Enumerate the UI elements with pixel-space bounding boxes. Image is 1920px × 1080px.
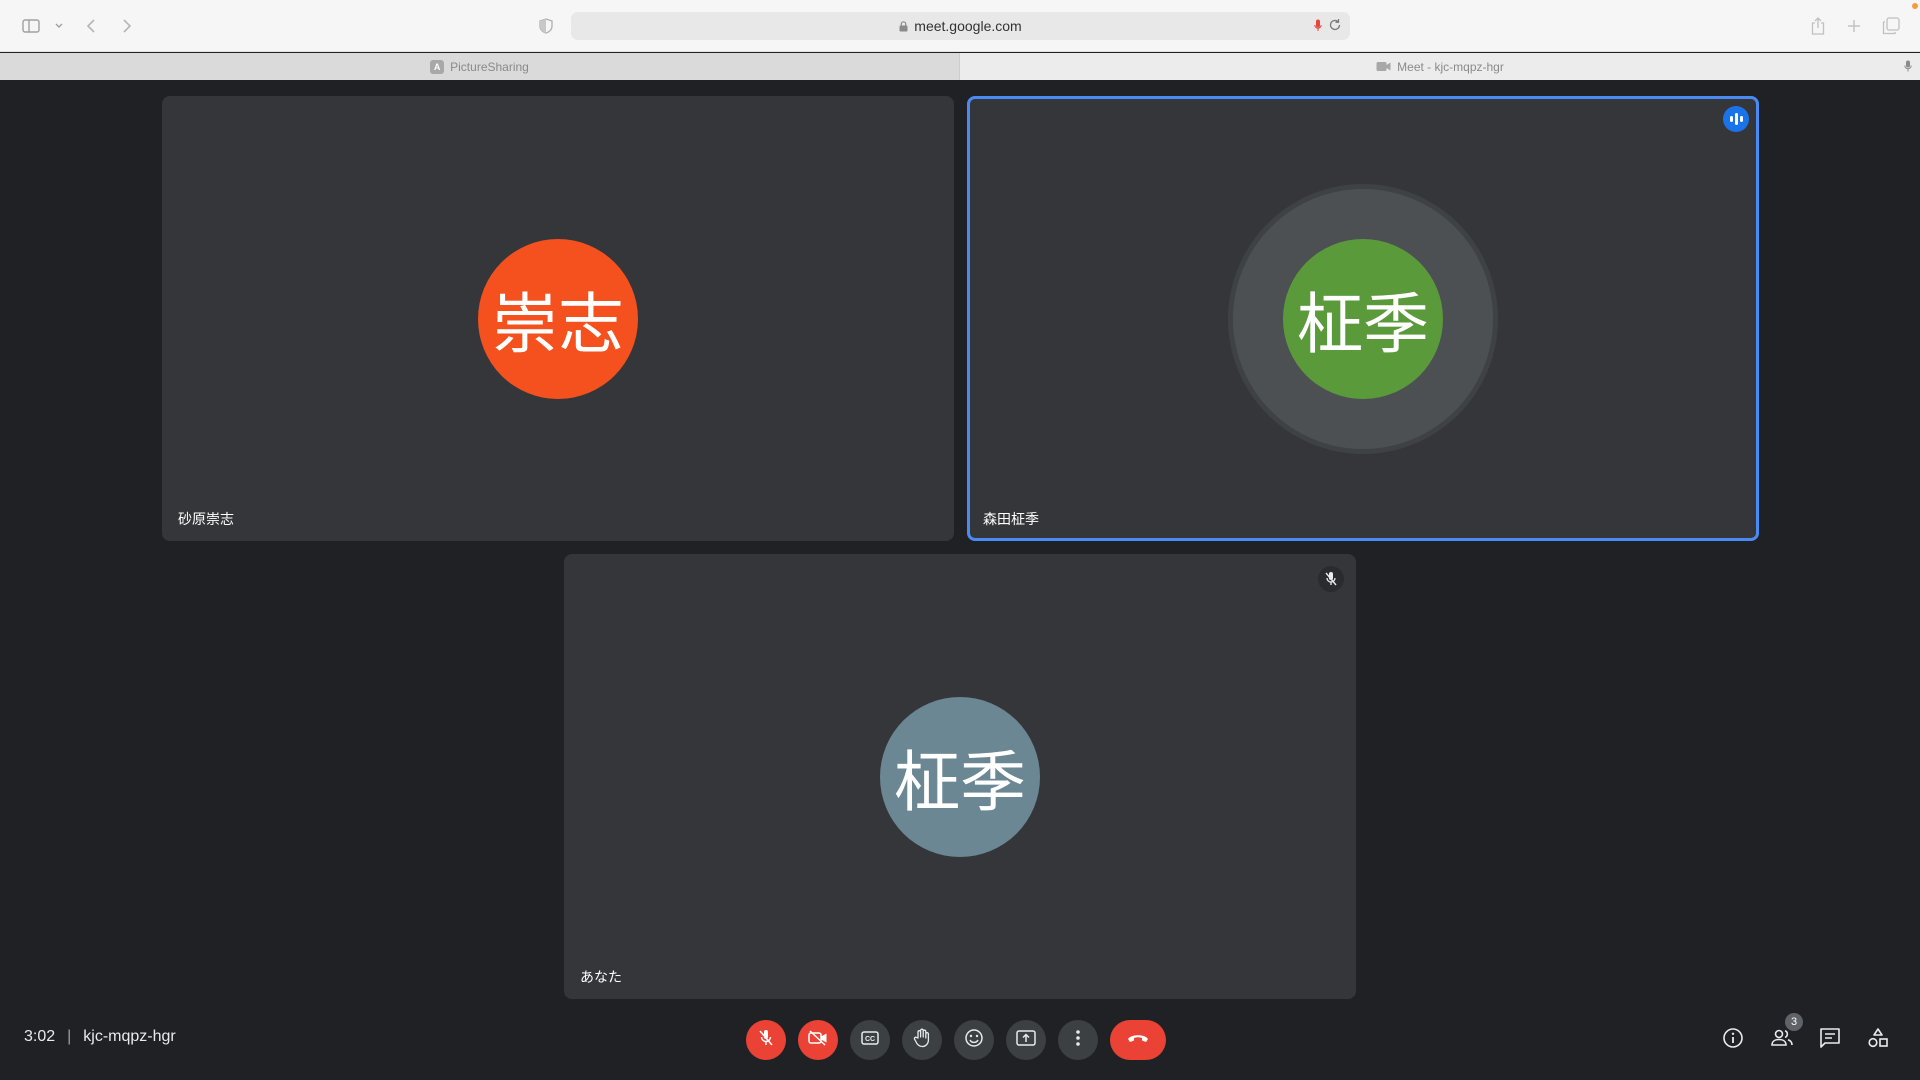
- picturesharing-favicon-icon: A: [430, 59, 445, 74]
- mic-toggle-button[interactable]: [746, 1020, 786, 1060]
- participant-tile-self[interactable]: 柾季 あなた: [564, 554, 1356, 999]
- hand-icon: [913, 1028, 931, 1053]
- tab-label: PictureSharing: [450, 59, 529, 74]
- lock-icon: [899, 20, 908, 32]
- forward-icon[interactable]: [118, 12, 136, 40]
- participant-name: 砂原崇志: [178, 511, 234, 527]
- mic-recording-icon[interactable]: [1314, 19, 1322, 35]
- info-icon: [1722, 1027, 1744, 1054]
- participant-tile-active-speaker[interactable]: 柾季 森田柾季: [967, 96, 1759, 541]
- address-bar[interactable]: meet.google.com: [571, 12, 1350, 40]
- raise-hand-button[interactable]: [902, 1020, 942, 1060]
- tab-meet[interactable]: Meet - kjc-mqpz-hgr: [960, 53, 1920, 80]
- tab-label: Meet - kjc-mqpz-hgr: [1397, 59, 1504, 74]
- meeting-code: kjc-mqpz-hgr: [83, 1028, 176, 1045]
- mic-off-icon: [1318, 566, 1344, 592]
- tab-picturesharing[interactable]: A PictureSharing: [0, 53, 960, 80]
- meeting-details-button[interactable]: [1718, 1025, 1748, 1055]
- tab-overview-icon[interactable]: [1880, 12, 1902, 40]
- people-button[interactable]: 3: [1767, 1013, 1803, 1055]
- chat-button[interactable]: [1815, 1025, 1845, 1055]
- people-icon: [1770, 1028, 1794, 1053]
- tab-bar: A PictureSharing Meet - kjc-mqpz-hgr: [0, 53, 1920, 80]
- reload-icon[interactable]: [1328, 18, 1342, 35]
- more-vert-icon: [1075, 1029, 1081, 1052]
- present-icon: [1016, 1029, 1036, 1051]
- camera-icon: [1376, 61, 1391, 72]
- url-text: meet.google.com: [914, 18, 1022, 34]
- hang-up-icon: [1126, 1031, 1150, 1049]
- browser-toolbar: meet.google.com: [0, 0, 1920, 52]
- svg-text:CC: CC: [865, 1036, 875, 1043]
- more-options-button[interactable]: [1058, 1020, 1098, 1060]
- avatar: 柾季: [1283, 239, 1443, 399]
- chat-icon: [1819, 1027, 1841, 1054]
- separator: |: [67, 1028, 72, 1045]
- tab-mic-icon[interactable]: [1904, 60, 1912, 75]
- leave-call-button[interactable]: [1110, 1020, 1166, 1060]
- emoji-icon: [964, 1028, 984, 1053]
- camera-off-icon: [808, 1029, 828, 1051]
- new-tab-icon[interactable]: [1844, 12, 1864, 40]
- mic-off-icon: [758, 1029, 774, 1052]
- sidebar-toggle-icon[interactable]: [20, 12, 42, 40]
- captions-button[interactable]: CC: [850, 1020, 890, 1060]
- avatar: 崇志: [478, 239, 638, 399]
- shield-icon[interactable]: [537, 12, 555, 40]
- present-screen-button[interactable]: [1006, 1020, 1046, 1060]
- participant-count-badge: 3: [1785, 1013, 1803, 1031]
- share-icon[interactable]: [1808, 12, 1828, 40]
- closed-captions-icon: CC: [861, 1030, 879, 1050]
- camera-toggle-button[interactable]: [798, 1020, 838, 1060]
- reactions-button[interactable]: [954, 1020, 994, 1060]
- notification-dot: [1912, 3, 1918, 9]
- avatar: 柾季: [880, 697, 1040, 857]
- participant-name: 森田柾季: [983, 511, 1039, 527]
- participant-tile[interactable]: 崇志 砂原崇志: [162, 96, 954, 541]
- participant-name: あなた: [580, 969, 622, 985]
- back-icon[interactable]: [82, 12, 100, 40]
- meeting-time: 3:02: [24, 1028, 56, 1045]
- chevron-down-icon[interactable]: [52, 12, 66, 40]
- activities-button[interactable]: [1863, 1025, 1893, 1055]
- speaking-indicator-icon: [1723, 106, 1749, 132]
- activities-icon: [1867, 1027, 1889, 1054]
- meeting-info: 3:02 | kjc-mqpz-hgr: [24, 1028, 176, 1046]
